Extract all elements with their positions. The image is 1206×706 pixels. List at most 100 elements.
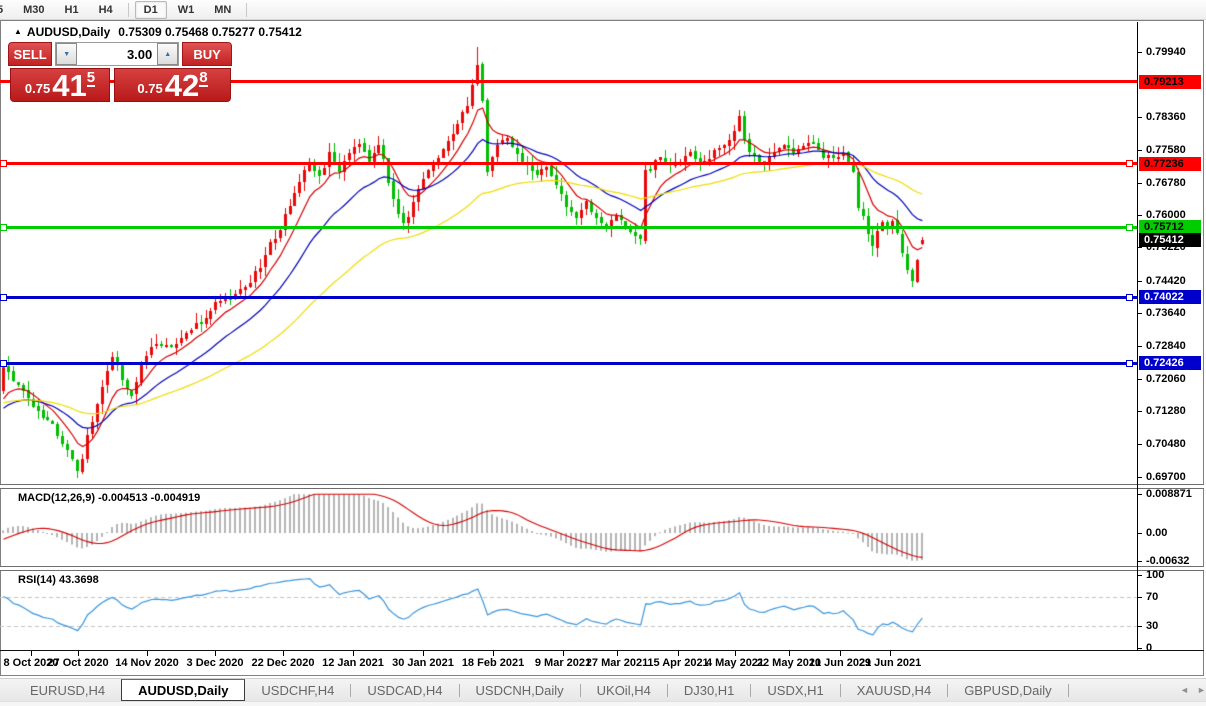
date-label: 15 Apr 2021 bbox=[647, 657, 709, 669]
pane-splitter-macd[interactable] bbox=[0, 484, 1204, 489]
price-tick-mark bbox=[1137, 117, 1142, 118]
volume-increase-icon[interactable]: ▲ bbox=[157, 43, 179, 65]
macd-tick-label: 0.00 bbox=[1146, 527, 1168, 539]
date-tick-mark bbox=[890, 651, 891, 656]
date-label: 18 Feb 2021 bbox=[461, 657, 525, 669]
volume-decrease-icon[interactable]: ▼ bbox=[56, 43, 78, 65]
hline-left-handle[interactable] bbox=[0, 160, 7, 167]
price-tick-label: 0.76780 bbox=[1146, 177, 1186, 189]
timeframe-button-H4[interactable]: H4 bbox=[90, 1, 122, 19]
macd-tick-mark bbox=[1137, 494, 1142, 495]
tab-USDX-H1[interactable]: USDX,H1 bbox=[751, 679, 839, 701]
tab-scroll-left-icon[interactable]: ◄ bbox=[1180, 685, 1189, 695]
price-tick-mark bbox=[1137, 411, 1142, 412]
hline-right-handle[interactable] bbox=[1126, 160, 1133, 167]
tab-EURUSD-H4[interactable]: EURUSD,H4 bbox=[14, 679, 121, 701]
tab-UKOil-H4[interactable]: UKOil,H4 bbox=[581, 679, 667, 701]
hline-0.75712[interactable] bbox=[0, 226, 1137, 229]
timeframe-toolbar: 5 M30 H1 H4 D1 W1 MN bbox=[0, 0, 1206, 20]
date-label: 22 Dec 2020 bbox=[251, 657, 315, 669]
price-tick-label: 0.73640 bbox=[1146, 307, 1186, 319]
tab-separator bbox=[1067, 683, 1069, 697]
hline-0.77236[interactable] bbox=[0, 162, 1137, 165]
date-tick-mark bbox=[215, 651, 216, 656]
rsi-tick-label: 100 bbox=[1146, 569, 1165, 581]
tab-DJ30-H1[interactable]: DJ30,H1 bbox=[668, 679, 751, 701]
tab-GBPUSD-Daily[interactable]: GBPUSD,Daily bbox=[948, 679, 1067, 701]
price-tick-label: 0.69700 bbox=[1146, 471, 1186, 483]
time-axis-line bbox=[0, 650, 1204, 651]
date-tick-mark bbox=[283, 651, 284, 656]
macd-tick-label: -0.00632 bbox=[1146, 555, 1190, 567]
hline-right-handle[interactable] bbox=[1126, 360, 1133, 367]
chart-tab-bar: EURUSD,H4 AUDUSD,Daily USDCHF,H4 USDCAD,H4 U… bbox=[0, 678, 1206, 701]
status-strip bbox=[0, 701, 1206, 706]
hline-0.72426[interactable] bbox=[0, 362, 1137, 365]
macd-tick-mark bbox=[1137, 533, 1142, 534]
date-tick-mark bbox=[735, 651, 736, 656]
hline-left-handle[interactable] bbox=[0, 224, 7, 231]
volume-stepper: ▼ ▲ bbox=[55, 42, 180, 66]
price-level-label: 0.75712 bbox=[1139, 220, 1201, 234]
date-tick-mark bbox=[563, 651, 564, 656]
expand-triangle-icon[interactable]: ▲ bbox=[14, 27, 22, 36]
sell-button[interactable]: SELL bbox=[8, 42, 53, 66]
price-level-label: 0.72426 bbox=[1139, 356, 1201, 370]
toolbar-separator bbox=[246, 2, 248, 17]
tab-USDCHF-H4[interactable]: USDCHF,H4 bbox=[245, 679, 350, 701]
price-tick-mark bbox=[1137, 150, 1142, 151]
date-label: 12 Jan 2021 bbox=[322, 657, 384, 669]
buy-price-button[interactable]: 0.75 42 8 bbox=[114, 68, 231, 102]
tab-XAUUSD-H4[interactable]: XAUUSD,H4 bbox=[841, 679, 947, 701]
price-tick-mark bbox=[1137, 346, 1142, 347]
price-level-label: 0.74022 bbox=[1139, 290, 1201, 304]
macd-tick-mark bbox=[1137, 561, 1142, 562]
pane-splitter-rsi[interactable] bbox=[0, 566, 1204, 571]
tab-USDCAD-H4[interactable]: USDCAD,H4 bbox=[351, 679, 458, 701]
date-label: 4 May 2021 bbox=[705, 657, 765, 669]
price-tick-mark bbox=[1137, 215, 1142, 216]
macd-label: MACD(12,26,9) -0.004513 -0.004919 bbox=[18, 492, 201, 504]
timeframe-button-5[interactable]: 5 bbox=[0, 1, 12, 19]
price-tick-mark bbox=[1137, 444, 1142, 445]
hline-left-handle[interactable] bbox=[0, 360, 7, 367]
timeframe-button-W1[interactable]: W1 bbox=[169, 1, 204, 19]
date-label: 9 Mar 2021 bbox=[534, 657, 592, 669]
tab-USDCNH-Daily[interactable]: USDCNH,Daily bbox=[460, 679, 580, 701]
timeframe-button-M30[interactable]: M30 bbox=[14, 1, 53, 19]
date-tick-mark bbox=[31, 651, 32, 656]
macd-tick-label: 0.008871 bbox=[1146, 488, 1192, 500]
sell-price-big-digits: 41 bbox=[52, 68, 87, 103]
price-tick-mark bbox=[1137, 281, 1142, 282]
tab-AUDUSD-Daily[interactable]: AUDUSD,Daily bbox=[121, 679, 246, 701]
hline-0.74022[interactable] bbox=[0, 296, 1137, 299]
timeframe-button-D1[interactable]: D1 bbox=[134, 0, 167, 19]
date-label: 27 Oct 2020 bbox=[47, 657, 109, 669]
chart-frame-top bbox=[0, 20, 1204, 21]
timeframe-button-MN[interactable]: MN bbox=[205, 1, 240, 19]
volume-input[interactable] bbox=[77, 43, 158, 65]
price-tick-mark bbox=[1137, 313, 1142, 314]
hline-left-handle[interactable] bbox=[0, 294, 7, 301]
timeframe-button-H1[interactable]: H1 bbox=[56, 1, 88, 19]
tab-scroll-right-icon[interactable]: ► bbox=[1197, 685, 1206, 695]
rsi-tick-label: 70 bbox=[1146, 591, 1159, 603]
price-tick-mark bbox=[1137, 183, 1142, 184]
price-level-label: 0.79213 bbox=[1139, 75, 1201, 89]
hline-right-handle[interactable] bbox=[1126, 224, 1133, 231]
rsi-tick-label: 0 bbox=[1146, 642, 1153, 654]
date-tick-mark bbox=[493, 651, 494, 656]
sell-price-prefix: 0.75 bbox=[24, 81, 51, 96]
chart-title: ▲ AUDUSD,Daily 0.75309 0.75468 0.75277 0.7… bbox=[14, 25, 302, 39]
sell-price-button[interactable]: 0.75 41 5 bbox=[10, 68, 110, 102]
buy-price-pip-digit: 8 bbox=[199, 69, 208, 87]
rsi-indicator-canvas[interactable] bbox=[0, 571, 1137, 650]
hline-right-handle[interactable] bbox=[1126, 294, 1133, 301]
one-click-trade-panel: SELL ▼ ▲ BUY 0.75 41 5 0.75 42 8 bbox=[8, 42, 232, 102]
price-tick-label: 0.79940 bbox=[1146, 46, 1186, 58]
price-tick-label: 0.72060 bbox=[1146, 373, 1186, 385]
date-label: 27 Mar 2021 bbox=[585, 657, 649, 669]
buy-button[interactable]: BUY bbox=[182, 42, 232, 66]
date-tick-mark bbox=[617, 651, 618, 656]
chart-symbol-label: AUDUSD,Daily bbox=[26, 25, 111, 39]
